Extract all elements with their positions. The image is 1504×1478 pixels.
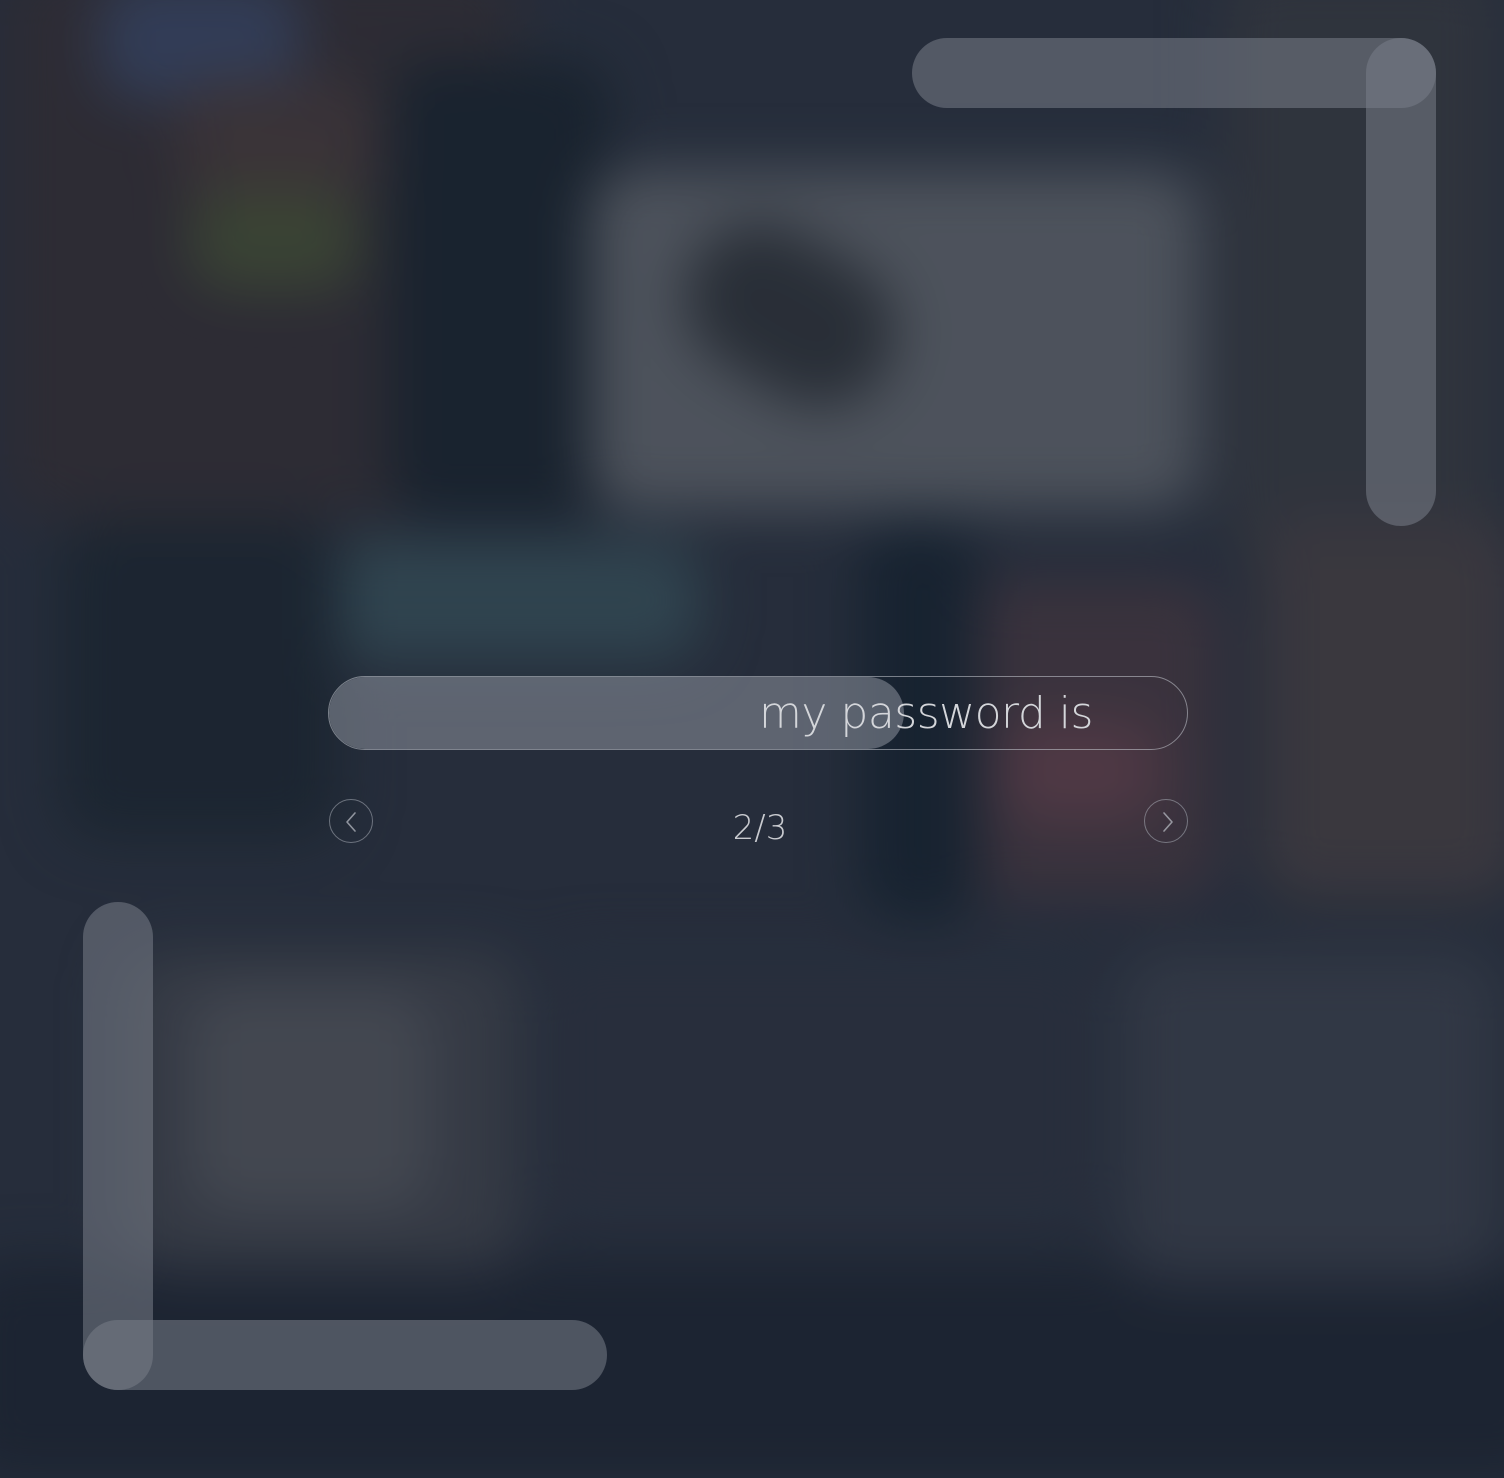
password-prompt-field[interactable]: my password is	[328, 676, 1188, 750]
chevron-right-icon	[1163, 812, 1173, 832]
corner-bracket-bottom-left	[83, 1320, 607, 1390]
chevron-left-icon	[346, 812, 356, 832]
page-counter: 2/3	[732, 808, 788, 848]
corner-bracket-top-right-vertical	[1366, 38, 1436, 526]
corner-bracket-bottom-left-vertical	[83, 902, 153, 1390]
lock-screen: my password is 2/3	[0, 0, 1504, 1478]
prompt-text: my password is	[759, 688, 1093, 739]
next-button[interactable]	[1144, 799, 1188, 843]
corner-bracket-top-right	[912, 38, 1436, 108]
previous-button[interactable]	[329, 799, 373, 843]
